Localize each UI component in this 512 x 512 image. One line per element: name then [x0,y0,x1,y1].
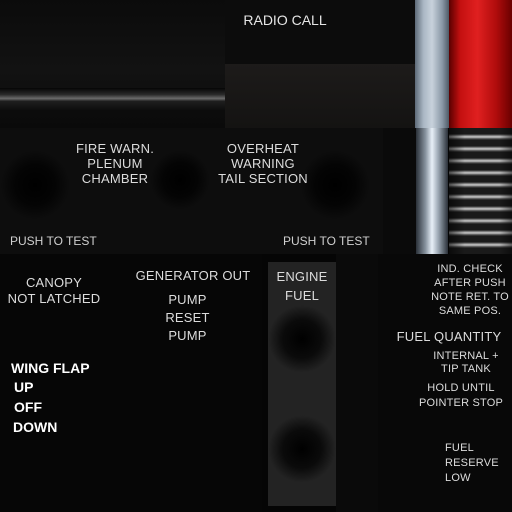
fuel-quantity-title: FUEL QUANTITY [396,329,502,344]
reserve-line-3: LOW [445,472,471,484]
tank-line-1: INTERNAL + [433,350,499,362]
blue-switch-cover[interactable] [415,0,449,128]
fire-warning-label: FIRE WARN. PLENUM CHAMBER [50,141,180,186]
canopy-line-1: CANOPY [25,275,83,290]
overheat-line-3: TAIL SECTION [218,171,308,186]
panel-gap [383,128,416,254]
fuel-reserve-low: FUEL RESERVE LOW [445,441,499,486]
glass-indicator-tube [416,128,448,254]
engine-fuel-lamp-upper[interactable] [268,305,336,373]
pump-line-1: PUMP [168,292,207,307]
radio-call-label: RADIO CALL [243,12,327,28]
ind-line-2: AFTER PUSH [434,277,506,289]
tank-selector-label: INTERNAL + TIP TANK [420,350,512,376]
ind-line-1: IND. CHECK [437,263,503,275]
pump-reset-label: PUMP RESET PUMP [140,291,235,345]
hold-until-label: HOLD UNTIL POINTER STOP [410,381,512,411]
overheat-warning-label: OVERHEAT WARNING TAIL SECTION [198,141,328,186]
grille-shade [449,128,512,254]
engine-side-panel [336,254,378,512]
fire-line-1: FIRE WARN. [75,141,155,156]
ind-check-note: IND. CHECK AFTER PUSH NOTE RET. TO SAME … [428,262,512,318]
pump-line-2: PUMP [168,328,207,343]
ind-line-4: SAME POS. [438,305,502,317]
engine-fuel-label: ENGINE FUEL [268,267,336,305]
radio-call-lamp[interactable] [225,64,415,128]
push-to-test-right[interactable]: PUSH TO TEST [283,234,370,248]
overheat-line-2: WARNING [231,156,295,171]
canopy-line-2: NOT LATCHED [7,291,101,306]
hold-line-2: POINTER STOP [418,397,504,409]
metal-rail [0,88,225,110]
fire-line-2: PLENUM [87,156,143,171]
engine-fuel-lamp-lower[interactable] [268,415,336,483]
hold-line-1: HOLD UNTIL [427,382,495,394]
reserve-line-1: FUEL [445,442,474,454]
engine-line: ENGINE [276,269,328,284]
wing-flap-off[interactable]: OFF [14,399,42,415]
ind-line-3: NOTE RET. TO [431,291,509,303]
wing-flap-down[interactable]: DOWN [13,419,57,435]
canopy-warning: CANOPY NOT LATCHED [0,275,108,307]
tank-line-2: TIP TANK [441,363,491,375]
generator-out-title: GENERATOR OUT [135,268,251,283]
overheat-line-1: OVERHEAT [226,141,300,156]
reserve-line-2: RESERVE [445,457,499,469]
red-switch-cover[interactable] [449,0,512,128]
push-to-test-left[interactable]: PUSH TO TEST [10,234,97,248]
wing-flap-up[interactable]: UP [14,379,33,395]
fuel-line: FUEL [284,288,320,303]
fire-line-3: CHAMBER [81,171,149,186]
reset-line: RESET [165,310,210,325]
wing-flap-title: WING FLAP [11,360,90,376]
